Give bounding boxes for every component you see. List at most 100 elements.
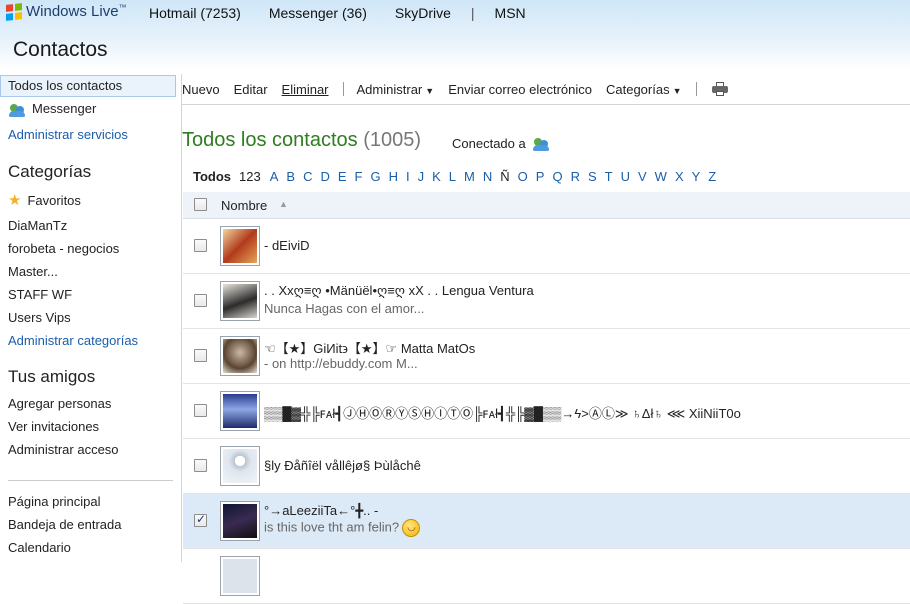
send-email-button[interactable]: Enviar correo electrónico — [448, 82, 592, 97]
row-checkbox[interactable] — [194, 349, 207, 362]
table-row[interactable]: ▒▒█▓╬╠ꜰᴀł┫ⒿⒽⓄⓇⓎⓈⒽⒾⓉⓄ╠ꜰᴀł┫╬╠▓█▒▒→ϟ>ⒶⓁ≫ ♄Δ… — [183, 384, 910, 439]
top-nav: Hotmail (7253) Messenger (36) SkyDrive |… — [149, 5, 554, 21]
sidebar-manage-access[interactable]: Administrar acceso — [8, 442, 119, 457]
nav-msn[interactable]: MSN — [495, 5, 526, 21]
sort-arrow-icon[interactable]: ▲ — [279, 199, 288, 209]
sidebar-manage-categories-link[interactable]: Administrar categorías — [8, 333, 138, 348]
sidebar-add-people[interactable]: Agregar personas — [8, 396, 111, 411]
contact-name[interactable]: ▒▒█▓╬╠ꜰᴀł┫ⒿⒽⓄⓇⓎⓈⒽⒾⓉⓄ╠ꜰᴀł┫╬╠▓█▒▒→ϟ>ⒶⓁ≫ ♄Δ… — [264, 403, 741, 422]
caret-down-icon: ▼ — [425, 85, 435, 96]
filter-letter[interactable]: D — [320, 169, 329, 184]
filter-letter[interactable]: V — [638, 169, 647, 184]
nav-messenger[interactable]: Messenger (36) — [269, 5, 367, 21]
filter-letter[interactable]: L — [449, 169, 456, 184]
sidebar-category-item[interactable]: DiaManTz — [8, 218, 67, 233]
table-row[interactable]: - dEiviD — [183, 219, 910, 274]
contacts-count: (1005) — [363, 129, 422, 151]
filter-letter[interactable]: S — [588, 169, 597, 184]
filter-letter[interactable]: R — [571, 169, 580, 184]
sidebar-category-item[interactable]: Master... — [8, 264, 58, 279]
filter-letter[interactable]: Z — [708, 169, 716, 184]
row-checkbox[interactable] — [194, 239, 207, 252]
windows-live-logo[interactable]: Windows Live™ — [6, 2, 127, 21]
avatar[interactable] — [220, 556, 260, 596]
filter-all[interactable]: Todos — [193, 169, 231, 184]
table-row[interactable]: §ly Ðåñîël vållêjø§ Þùlåchê — [183, 439, 910, 494]
select-all-checkbox[interactable] — [194, 198, 207, 211]
filter-letter[interactable]: W — [655, 169, 667, 184]
contact-message: Nunca Hagas con el amor... — [264, 301, 425, 316]
avatar[interactable] — [220, 501, 260, 541]
table-row[interactable]: °→aLeeziiTa←°╋.. - is this love tht am f… — [183, 494, 910, 549]
sidebar-item-messenger[interactable]: Messenger — [8, 101, 96, 117]
avatar[interactable] — [220, 281, 260, 321]
column-header-name[interactable]: Nombre — [221, 198, 267, 213]
contact-message-text: is this love tht am felin? — [264, 519, 400, 535]
filter-letter[interactable]: Q — [552, 169, 562, 184]
sidebar-item-favorites[interactable]: ★ Favoritos — [8, 191, 81, 209]
new-button[interactable]: Nuevo — [182, 82, 220, 97]
filter-letter[interactable]: C — [303, 169, 312, 184]
avatar[interactable] — [220, 391, 260, 431]
filter-letter[interactable]: N — [483, 169, 492, 184]
row-checkbox[interactable] — [194, 294, 207, 307]
contact-message: is this love tht am felin? — [264, 519, 421, 537]
printer-icon[interactable] — [711, 82, 728, 96]
contact-name[interactable]: ☜【★】GiИit϶【★】☞ Matta MatOs — [264, 338, 475, 357]
sidebar-item-all-contacts[interactable]: Todos los contactos — [8, 78, 122, 93]
filter-letter[interactable]: G — [370, 169, 380, 184]
filter-letter[interactable]: I — [406, 169, 410, 184]
filter-letter[interactable]: H — [389, 169, 398, 184]
messenger-icon[interactable] — [532, 137, 550, 151]
filter-letter[interactable]: T — [605, 169, 613, 184]
filter-letter[interactable]: A — [270, 169, 279, 184]
table-row[interactable]: ☜【★】GiИit϶【★】☞ Matta MatOs - on http://e… — [183, 329, 910, 384]
manage-menu[interactable]: Administrar ▼ — [357, 82, 435, 97]
filter-letter[interactable]: U — [621, 169, 630, 184]
row-checkbox[interactable] — [194, 404, 207, 417]
sidebar-category-item[interactable]: forobeta - negocios — [8, 241, 119, 256]
avatar[interactable] — [220, 226, 260, 266]
smiley-icon — [402, 519, 421, 537]
nav-skydrive[interactable]: SkyDrive — [395, 5, 451, 21]
filter-letter[interactable]: M — [464, 169, 475, 184]
contact-name[interactable]: . . Xxღ≡ღ •Mänüël•ღ≡ღ xX . . Lengua Vent… — [264, 283, 534, 299]
avatar[interactable] — [220, 336, 260, 376]
delete-button[interactable]: Eliminar — [282, 82, 329, 97]
filter-letter[interactable]: Y — [692, 169, 701, 184]
sidebar-inbox[interactable]: Bandeja de entrada — [8, 517, 121, 532]
sidebar-view-invites[interactable]: Ver invitaciones — [8, 419, 99, 434]
contact-name[interactable]: °→aLeeziiTa←°╋.. - — [264, 503, 378, 519]
row-checkbox[interactable] — [194, 512, 207, 527]
table-row[interactable]: . . Xxღ≡ღ •Mänüël•ღ≡ღ xX . . Lengua Vent… — [183, 274, 910, 329]
avatar[interactable] — [220, 446, 260, 486]
filter-letter[interactable]: X — [675, 169, 684, 184]
contact-message: - on http://ebuddy.com M... — [264, 356, 418, 371]
nav-separator: | — [470, 5, 475, 21]
windows-flag-icon — [6, 2, 22, 21]
manage-menu-label: Administrar — [356, 81, 423, 97]
table-row[interactable] — [183, 549, 910, 604]
filter-letter[interactable]: O — [518, 169, 528, 184]
friends-heading: Tus amigos — [8, 367, 96, 386]
filter-letter[interactable]: P — [536, 169, 545, 184]
filter-letter[interactable]: K — [432, 169, 441, 184]
sidebar-home[interactable]: Página principal — [8, 494, 101, 509]
sidebar-manage-services-link[interactable]: Administrar servicios — [8, 127, 128, 142]
row-checkbox[interactable] — [194, 459, 207, 472]
toolbar-separator — [342, 82, 344, 96]
categories-menu[interactable]: Categorías ▼ — [606, 82, 682, 97]
filter-letter[interactable]: J — [418, 169, 425, 184]
filter-letter[interactable]: F — [355, 169, 363, 184]
filter-numbers[interactable]: 123 — [239, 169, 261, 184]
sidebar-category-item[interactable]: STAFF WF — [8, 287, 72, 302]
sidebar-category-item[interactable]: Users Vips — [8, 310, 71, 325]
contact-name[interactable]: §ly Ðåñîël vållêjø§ Þùlåchê — [264, 458, 421, 473]
nav-hotmail[interactable]: Hotmail (7253) — [149, 5, 241, 21]
sidebar-calendar[interactable]: Calendario — [8, 540, 71, 555]
edit-button[interactable]: Editar — [234, 82, 268, 97]
filter-letter[interactable]: E — [338, 169, 347, 184]
contact-name[interactable]: - dEiviD — [264, 238, 310, 253]
toolbar-separator — [695, 82, 697, 96]
filter-letter[interactable]: B — [286, 169, 295, 184]
